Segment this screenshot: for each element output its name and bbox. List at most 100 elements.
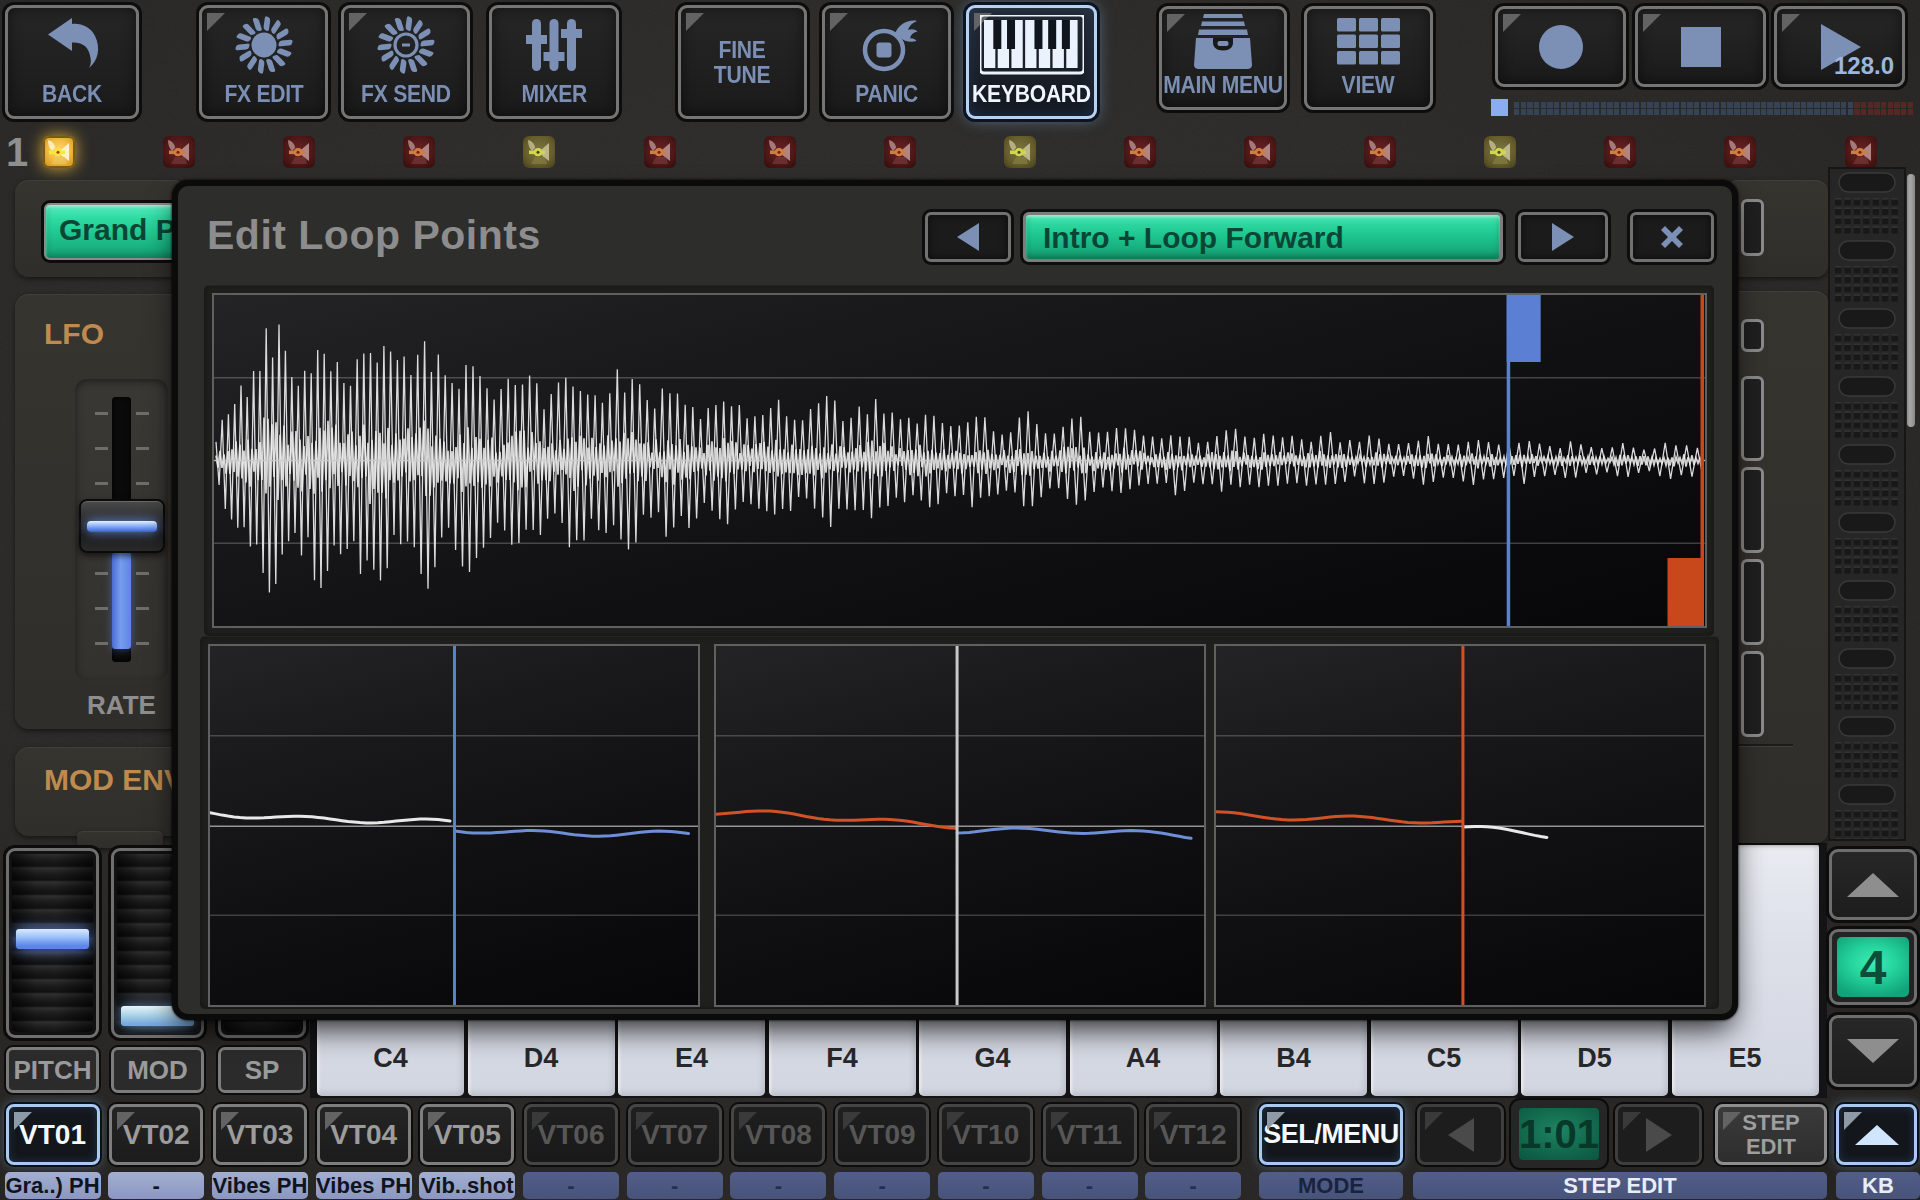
- step-cell: [1848, 109, 1853, 115]
- sel-menu-button[interactable]: SEL/MENU: [1259, 1104, 1403, 1165]
- track-button-VT10[interactable]: VT10: [939, 1104, 1033, 1165]
- step-cell: [1534, 102, 1539, 108]
- preset-button[interactable]: Grand P: [44, 203, 187, 260]
- record-button[interactable]: [1495, 6, 1626, 87]
- fx-led-6-red[interactable]: [644, 136, 676, 168]
- octave-display[interactable]: 4: [1829, 929, 1917, 1005]
- track-button-VT02[interactable]: VT02: [109, 1104, 203, 1165]
- position-display[interactable]: 1:01: [1511, 1100, 1607, 1168]
- play-button[interactable]: 128.0: [1774, 6, 1905, 87]
- track-button-VT07[interactable]: VT07: [628, 1104, 722, 1165]
- track-button-VT09[interactable]: VT09: [835, 1104, 929, 1165]
- dialog-close-button[interactable]: [1630, 212, 1714, 262]
- track-button-VT12[interactable]: VT12: [1146, 1104, 1240, 1165]
- loop-mode-next-button[interactable]: [1518, 212, 1608, 262]
- step-cell: [1641, 102, 1646, 108]
- fx-led-11-red[interactable]: [1244, 136, 1276, 168]
- octave-up-button[interactable]: [1829, 849, 1917, 920]
- fx-led-5-olive[interactable]: [523, 136, 555, 168]
- mixer-label: MIXER: [521, 81, 587, 106]
- step-cell: [1854, 109, 1859, 115]
- right-column-button[interactable]: [1741, 319, 1764, 352]
- fx-led-7-red[interactable]: [764, 136, 796, 168]
- keyboard-button[interactable]: KEYBOARD: [966, 5, 1097, 119]
- key-label: C4: [317, 1043, 464, 1074]
- back-button[interactable]: BACK: [5, 5, 139, 119]
- fx-led-13-olive[interactable]: [1484, 136, 1516, 168]
- fx-led-15-red[interactable]: [1724, 136, 1756, 168]
- kb-button[interactable]: [1836, 1104, 1917, 1165]
- ribbon-scrollbar[interactable]: [1907, 174, 1915, 427]
- key-label: B4: [1220, 1043, 1367, 1074]
- panic-button[interactable]: PANIC: [822, 5, 951, 119]
- fine-tune-button[interactable]: FINE TUNE: [678, 5, 807, 119]
- fx-led-14-red[interactable]: [1604, 136, 1636, 168]
- track-button-VT01[interactable]: VT01: [6, 1104, 100, 1165]
- zoom-plot-2: [716, 646, 1204, 1005]
- waveform-panel[interactable]: [212, 293, 1707, 628]
- corner-mark: [221, 1112, 239, 1130]
- right-column-button[interactable]: [1741, 376, 1764, 461]
- fx-led-9-olive[interactable]: [1004, 136, 1036, 168]
- step-cell: [1901, 102, 1906, 108]
- right-column-button[interactable]: [1741, 199, 1764, 256]
- mixer-button[interactable]: MIXER: [489, 5, 619, 119]
- slider-tick: [95, 482, 108, 485]
- scroll-ribbon[interactable]: [1828, 167, 1906, 841]
- loop-mode-prev-button[interactable]: [925, 212, 1011, 262]
- track-button-VT04[interactable]: VT04: [317, 1104, 411, 1165]
- track-button-VT06[interactable]: VT06: [524, 1104, 618, 1165]
- corner-mark: [843, 1112, 861, 1130]
- step-cell: [1874, 109, 1879, 115]
- panic-icon: [825, 12, 948, 78]
- step-cell: [1747, 102, 1752, 108]
- fx-led-4-red[interactable]: [403, 136, 435, 168]
- loop-start-zoom-panel[interactable]: [208, 644, 700, 1007]
- right-column-button[interactable]: [1741, 559, 1764, 645]
- fx-led-16-red[interactable]: [1845, 136, 1877, 168]
- fx-led-12-red[interactable]: [1364, 136, 1396, 168]
- step-next-button[interactable]: [1615, 1104, 1702, 1165]
- fx-led-2-red[interactable]: [163, 136, 195, 168]
- fx-send-button[interactable]: FX SEND: [341, 5, 470, 119]
- track-button-VT03[interactable]: VT03: [213, 1104, 307, 1165]
- step-cell: [1834, 109, 1839, 115]
- fx-edit-button[interactable]: FX EDIT: [199, 5, 328, 119]
- step-cell: [1681, 102, 1686, 108]
- fx-edit-icon: [202, 12, 325, 78]
- bpm-value: 128.0: [1834, 52, 1894, 80]
- mode-label-bar: MODE: [1259, 1172, 1403, 1199]
- step-cell: [1521, 109, 1526, 115]
- pitch-wheel[interactable]: [6, 848, 99, 1038]
- step-cell: [1514, 109, 1519, 115]
- corner-mark: [428, 1112, 446, 1130]
- step-cell: [1694, 109, 1699, 115]
- step-edit-button[interactable]: STEP EDIT: [1715, 1104, 1827, 1165]
- fx-led-8-red[interactable]: [884, 136, 916, 168]
- step-cell: [1634, 102, 1639, 108]
- lfo-rate-label: RATE: [75, 690, 168, 721]
- step-cell: [1674, 109, 1679, 115]
- right-column-button[interactable]: [1741, 467, 1764, 553]
- waveform-plot: [214, 295, 1705, 626]
- loop-mode-display[interactable]: Intro + Loop Forward: [1023, 212, 1503, 262]
- crossfade-zoom-panel[interactable]: [714, 644, 1206, 1007]
- right-column-button[interactable]: [1741, 651, 1764, 737]
- corner-mark: [1844, 1112, 1862, 1130]
- track-button-VT05[interactable]: VT05: [420, 1104, 514, 1165]
- loop-end-zoom-panel[interactable]: [1214, 644, 1706, 1007]
- stop-button[interactable]: [1635, 6, 1766, 87]
- step-cursor: [1491, 99, 1508, 116]
- step-prev-button[interactable]: [1417, 1104, 1504, 1165]
- lfo-rate-slider-handle[interactable]: [79, 499, 165, 553]
- fx-led-10-red[interactable]: [1124, 136, 1156, 168]
- track-button-VT11[interactable]: VT11: [1043, 1104, 1137, 1165]
- view-button[interactable]: VIEW: [1304, 6, 1433, 110]
- main-menu-button[interactable]: MAIN MENU: [1159, 6, 1287, 110]
- track-button-VT08[interactable]: VT08: [731, 1104, 825, 1165]
- fx-led-3-red[interactable]: [283, 136, 315, 168]
- fx-led-1-gold[interactable]: [43, 136, 75, 168]
- step-cell: [1901, 109, 1906, 115]
- octave-down-button[interactable]: [1829, 1015, 1917, 1087]
- step-cell: [1774, 109, 1779, 115]
